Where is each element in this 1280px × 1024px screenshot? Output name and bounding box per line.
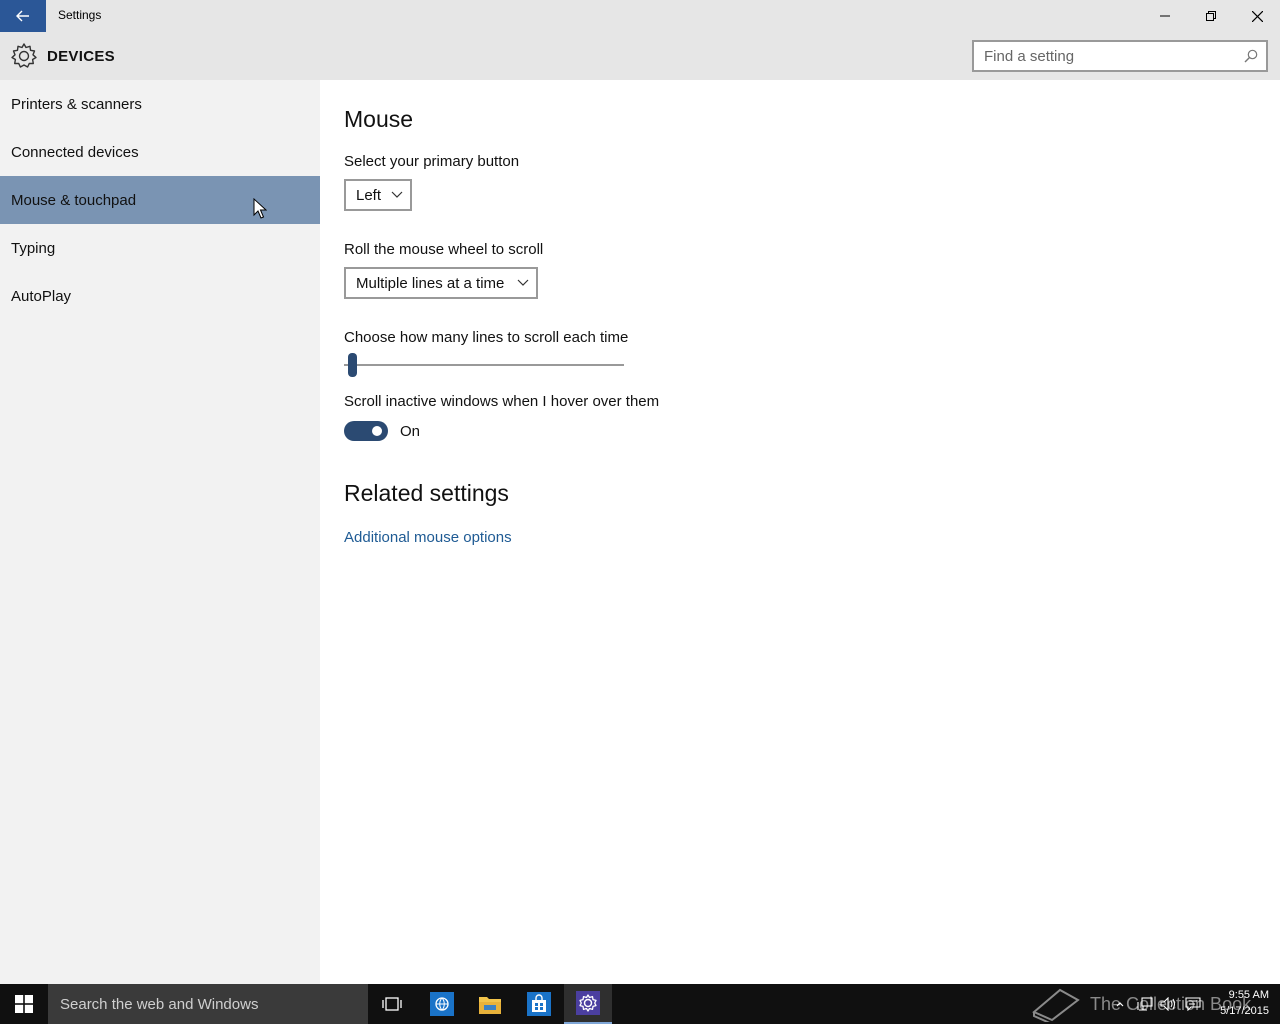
folder-icon — [479, 997, 501, 1014]
sidebar-item-typing[interactable]: Typing — [0, 224, 320, 272]
main-content: Mouse Select your primary button Left Ro… — [320, 80, 1280, 984]
page-title: Mouse — [344, 106, 414, 132]
primary-button-value: Left — [356, 186, 382, 204]
toggle-knob — [372, 426, 382, 436]
sidebar-item-label: Connected devices — [11, 143, 139, 161]
taskbar: Search the web and Windows The Collectio… — [0, 984, 1280, 1024]
taskbar-app-edge[interactable] — [418, 984, 466, 1024]
taskbar-search-box[interactable]: Search the web and Windows — [48, 984, 368, 1024]
find-setting-box[interactable] — [972, 40, 1268, 72]
close-icon — [1251, 10, 1263, 22]
window-title: Settings — [58, 8, 102, 22]
gear-icon — [11, 43, 37, 68]
taskbar-app-file-explorer[interactable] — [466, 984, 514, 1024]
store-bag-icon — [527, 992, 551, 1016]
sidebar-item-label: Typing — [11, 239, 56, 257]
volume-tray-button[interactable] — [1158, 984, 1180, 1024]
taskbar-app-settings[interactable] — [564, 984, 612, 1024]
primary-button-label: Select your primary button — [344, 153, 520, 170]
message-icon — [1185, 997, 1201, 1011]
task-view-icon — [382, 997, 402, 1011]
show-hidden-icons-button[interactable] — [1112, 984, 1128, 1024]
back-button[interactable] — [0, 0, 46, 32]
minimize-button[interactable] — [1142, 0, 1188, 32]
inactive-scroll-toggle[interactable] — [344, 421, 388, 441]
additional-mouse-options-link[interactable]: Additional mouse options — [344, 529, 512, 546]
gear-icon — [576, 991, 600, 1015]
wheel-scroll-dropdown[interactable]: Multiple lines at a time — [344, 267, 538, 299]
network-icon — [1137, 997, 1153, 1011]
sidebar-item-mouse-touchpad[interactable]: Mouse & touchpad — [0, 176, 320, 224]
search-icon[interactable] — [1244, 49, 1258, 63]
chevron-up-icon — [1116, 1002, 1124, 1007]
action-center-button[interactable] — [1182, 984, 1204, 1024]
lines-slider-label: Choose how many lines to scroll each tim… — [344, 329, 629, 346]
lines-slider-thumb[interactable] — [348, 353, 357, 377]
arrow-left-icon — [16, 10, 29, 22]
toggle-state-text: On — [400, 423, 421, 440]
find-setting-input[interactable] — [974, 47, 1234, 65]
book-icon — [1032, 988, 1080, 1022]
related-settings-heading: Related settings — [344, 480, 509, 506]
task-view-button[interactable] — [368, 984, 416, 1024]
inactive-scroll-label: Scroll inactive windows when I hover ove… — [344, 393, 660, 410]
sidebar-item-label: Printers & scanners — [11, 95, 142, 113]
sidebar-item-label: Mouse & touchpad — [11, 191, 137, 209]
sidebar-item-connected-devices[interactable]: Connected devices — [0, 128, 320, 176]
network-tray-button[interactable] — [1134, 984, 1156, 1024]
title-bar: Settings — [0, 0, 1280, 32]
clock-time: 9:55 AM — [1228, 989, 1269, 1001]
close-button[interactable] — [1234, 0, 1280, 32]
restore-button[interactable] — [1188, 0, 1234, 32]
chevron-down-icon — [517, 279, 529, 286]
settings-window: Settings DEVICES Find a setting Printers… — [0, 0, 1280, 984]
taskbar-search-placeholder: Search the web and Windows — [60, 995, 259, 1013]
start-button[interactable] — [0, 984, 48, 1024]
restore-icon — [1206, 11, 1216, 21]
minimize-icon — [1160, 15, 1170, 17]
windows-logo-icon — [15, 995, 33, 1013]
taskbar-app-store[interactable] — [515, 984, 563, 1024]
globe-icon — [430, 992, 454, 1016]
lines-slider-track[interactable] — [344, 364, 624, 366]
section-title: DEVICES — [47, 48, 115, 65]
primary-button-dropdown[interactable]: Left — [344, 179, 412, 211]
chevron-down-icon — [391, 191, 403, 198]
settings-header: DEVICES — [0, 32, 1280, 80]
taskbar-clock[interactable]: 9:55 AM 5/17/2015 — [1205, 987, 1269, 1019]
clock-date: 5/17/2015 — [1220, 1005, 1269, 1017]
mouse-cursor-icon — [253, 198, 267, 219]
sidebar: Printers & scanners Connected devices Mo… — [0, 80, 320, 984]
sidebar-item-label: AutoPlay — [11, 287, 72, 305]
sidebar-item-autoplay[interactable]: AutoPlay — [0, 272, 320, 320]
sidebar-item-printers-scanners[interactable]: Printers & scanners — [0, 80, 320, 128]
wheel-scroll-value: Multiple lines at a time — [356, 274, 505, 292]
wheel-scroll-label: Roll the mouse wheel to scroll — [344, 241, 544, 258]
speaker-icon — [1160, 997, 1176, 1011]
